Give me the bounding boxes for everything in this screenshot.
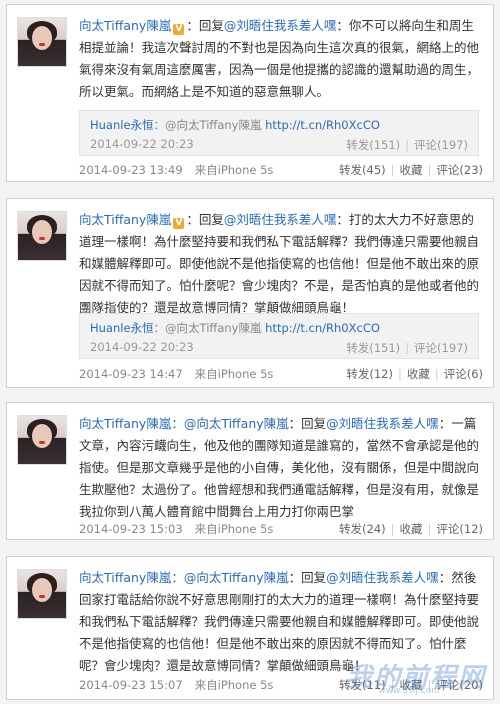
- repost-button[interactable]: 转发(45): [339, 163, 386, 177]
- post-time[interactable]: 2014-09-23 15:07: [79, 678, 183, 692]
- post-meta: 2014-09-23 14:47 来自iPhone 5s 转发(12) | 收藏 | 评论…: [79, 367, 483, 381]
- quote-comment-button[interactable]: 评论(197): [414, 341, 468, 355]
- quote-text: ：@向太Tiffany陳嵐: [153, 118, 262, 132]
- post-source: 来自iPhone 5s: [194, 367, 274, 381]
- post-content: 向太Tiffany陳嵐 V ：回复@刘晤住我系差人嘿：打的太大力不好意思的道理一樣啊…: [79, 209, 485, 319]
- post-time[interactable]: 2014-09-23 15:03: [79, 522, 183, 536]
- mention-link[interactable]: ：@向太Tiffany陳嵐: [171, 570, 288, 585]
- post-source: 来自iPhone 5s: [194, 678, 274, 692]
- comment-button[interactable]: 评论(23): [436, 163, 483, 177]
- avatar[interactable]: [17, 211, 67, 261]
- post-source: 来自iPhone 5s: [194, 522, 274, 536]
- avatar[interactable]: [17, 17, 67, 67]
- watermark-url: www.5sij.com: [378, 686, 440, 696]
- collect-button[interactable]: 收藏: [400, 522, 423, 536]
- repost-button[interactable]: 转发(12): [346, 367, 393, 381]
- post-time[interactable]: 2014-09-23 13:49: [79, 163, 183, 177]
- reply-prefix: ：回复: [288, 570, 327, 585]
- repost-button[interactable]: 转发(24): [339, 522, 386, 536]
- quote-repost-button[interactable]: 转发(151): [346, 341, 400, 355]
- mention-link[interactable]: @刘晤住我系差人嘿: [326, 570, 439, 585]
- comment-button[interactable]: 评论(6): [444, 367, 483, 381]
- quote-comment-button[interactable]: 评论(197): [414, 138, 468, 152]
- post-meta: 2014-09-23 13:49 来自iPhone 5s 转发(45) | 收藏 | 评论…: [79, 163, 483, 177]
- post-card: 向太Tiffany陳嵐 V ：回复@刘晤住我系差人嘿：打的太大力不好意思的道理一樣啊…: [6, 198, 494, 388]
- quoted-post: Huanle永恒：@向太Tiffany陳嵐 http://t.cn/Rh0XcC…: [79, 313, 479, 359]
- mention-link[interactable]: @刘晤住我系差人嘿: [326, 416, 439, 431]
- verified-icon: V: [173, 24, 185, 35]
- post-card: 向太Tiffany陳嵐 V ：回复@刘晤住我系差人嘿：你不可以將向生和周生相提並論！…: [6, 4, 494, 182]
- collect-button[interactable]: 收藏: [400, 163, 423, 177]
- quote-user-link[interactable]: Huanle永恒: [90, 118, 154, 132]
- comment-button[interactable]: 评论(12): [436, 522, 483, 536]
- mention-link[interactable]: ：@向太Tiffany陳嵐: [171, 416, 288, 431]
- avatar[interactable]: [17, 415, 67, 465]
- post-meta: 2014-09-23 15:03 来自iPhone 5s 转发(24) | 收藏 | 评论…: [79, 522, 483, 536]
- quote-user-link[interactable]: Huanle永恒: [90, 321, 154, 335]
- mention-link[interactable]: @刘晤住我系差人嘿: [224, 18, 337, 33]
- avatar[interactable]: [17, 569, 67, 619]
- username-link[interactable]: 向太Tiffany陳嵐: [79, 416, 171, 431]
- quote-text: ：@向太Tiffany陳嵐: [153, 321, 262, 335]
- quote-time: 2014-09-22 20:23: [90, 137, 194, 151]
- quote-repost-button[interactable]: 转发(151): [346, 138, 400, 152]
- post-time[interactable]: 2014-09-23 14:47: [79, 367, 183, 381]
- verified-icon: V: [173, 218, 185, 229]
- post-text: ：一篇文章，內容污衊向生，他及他的團隊知道是誰寫的，當然不會承認是他的指使。但是…: [79, 416, 480, 519]
- post-content: 向太Tiffany陳嵐：@向太Tiffany陳嵐：回复@刘晤住我系差人嘿：一篇文…: [79, 413, 485, 523]
- reply-prefix: ：回复: [186, 212, 224, 227]
- reply-prefix: ：回复: [186, 18, 224, 33]
- username-link[interactable]: 向太Tiffany陳嵐: [79, 570, 171, 585]
- quote-time: 2014-09-22 20:23: [90, 340, 194, 354]
- collect-button[interactable]: 收藏: [407, 367, 430, 381]
- short-link[interactable]: http://t.cn/Rh0XcCO: [265, 118, 380, 132]
- short-link[interactable]: http://t.cn/Rh0XcCO: [265, 321, 380, 335]
- post-text: ：打的太大力不好意思的道理一樣啊！為什麼堅持要和我們私下電話解釋？我們傳達只需要…: [79, 212, 480, 315]
- quoted-post: Huanle永恒：@向太Tiffany陳嵐 http://t.cn/Rh0XcC…: [79, 110, 479, 156]
- post-card: 向太Tiffany陳嵐：@向太Tiffany陳嵐：回复@刘晤住我系差人嘿：一篇文…: [6, 402, 494, 540]
- username-link[interactable]: 向太Tiffany陳嵐: [79, 212, 171, 227]
- post-content: 向太Tiffany陳嵐 V ：回复@刘晤住我系差人嘿：你不可以將向生和周生相提並論！…: [79, 15, 485, 103]
- username-link[interactable]: 向太Tiffany陳嵐: [79, 18, 171, 33]
- reply-prefix: ：回复: [288, 416, 327, 431]
- post-source: 来自iPhone 5s: [194, 163, 274, 177]
- mention-link[interactable]: @刘晤住我系差人嘿: [224, 212, 337, 227]
